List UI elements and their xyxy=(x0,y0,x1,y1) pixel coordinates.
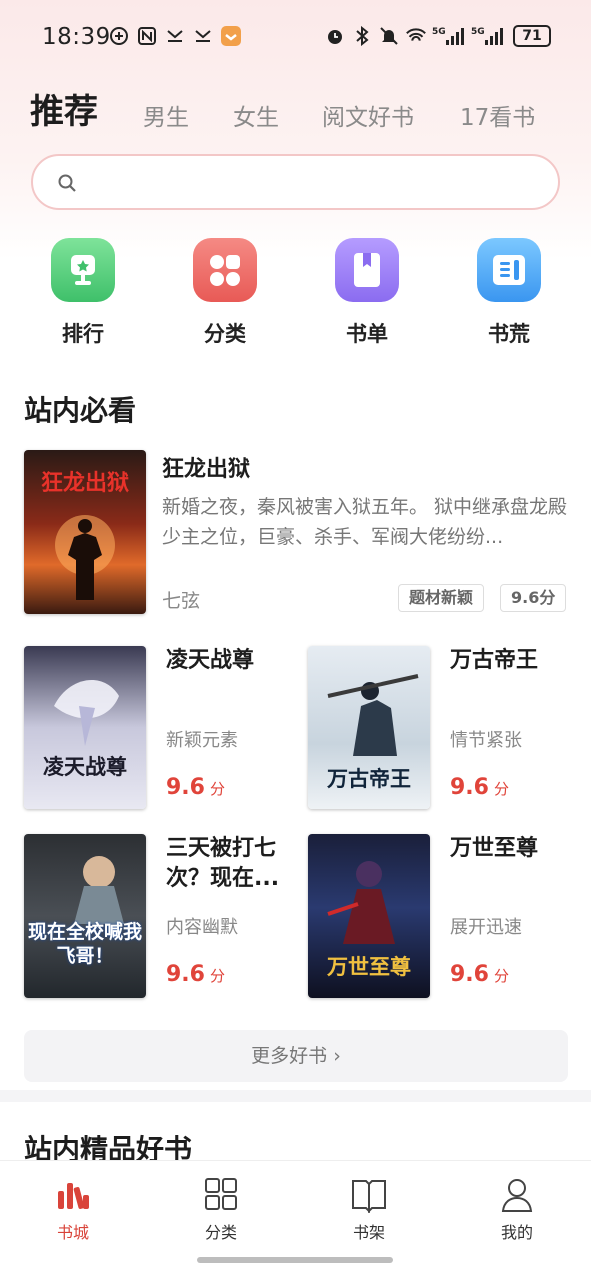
quick-entry-label: 排行 xyxy=(62,322,104,346)
quick-entry-label: 分类 xyxy=(204,322,246,346)
quick-entry-label: 书荒 xyxy=(488,322,530,346)
section-divider xyxy=(0,1090,591,1102)
more-books-button[interactable]: 更多好书 › xyxy=(24,1030,568,1082)
score-value: 9.6 xyxy=(166,775,205,800)
book-title[interactable]: 万古帝王 xyxy=(450,646,574,676)
nfc-icon xyxy=(136,25,158,47)
signal-icon: 5G xyxy=(432,25,466,47)
top-tabs: 推荐 男生 女生 阅文好书 17看书 xyxy=(30,84,570,140)
section-title: 站内必看 xyxy=(24,394,137,427)
svg-text:5G: 5G xyxy=(432,27,446,37)
nav-label: 书城 xyxy=(56,1223,89,1242)
grid-icon xyxy=(193,238,257,302)
book-description: 新婚之夜，秦风被害入狱五年。 狱中继承盘龙殿少主之位，巨豪、杀手、军阀大佬纷纷.… xyxy=(162,496,568,548)
quick-entry-booklist[interactable]: 书单 xyxy=(322,238,412,348)
shield-app-icon xyxy=(220,25,242,47)
nav-label: 我的 xyxy=(500,1223,533,1242)
book-description: 新颖元素 xyxy=(166,730,238,751)
score-unit: 分 xyxy=(493,780,509,798)
signal-icon: 5G xyxy=(471,25,505,47)
book-score: 9.6 分 xyxy=(166,775,225,800)
tab-17kan[interactable]: 17看书 xyxy=(460,98,535,132)
book-description: 展开迅速 xyxy=(450,917,522,938)
bluetooth-icon xyxy=(351,25,373,47)
status-bar: 18:39 5G 5G 71 xyxy=(0,0,591,76)
status-time: 18:39 xyxy=(42,24,111,50)
app-notification-icon xyxy=(164,25,186,47)
cover-title: 万世至尊 xyxy=(326,954,411,979)
book-description: 内容幽默 xyxy=(166,917,238,938)
score-unit: 分 xyxy=(209,967,225,985)
tab-male[interactable]: 男生 xyxy=(143,98,189,132)
trophy-icon xyxy=(51,238,115,302)
quick-entry-bookdrought[interactable]: 书荒 xyxy=(464,238,554,348)
status-right-icons: 5G 5G 71 xyxy=(324,25,551,47)
book-score: 9.6 分 xyxy=(166,962,225,987)
wifi-icon xyxy=(405,25,427,47)
quick-entry-label: 书单 xyxy=(346,322,388,346)
bookstore-icon xyxy=(53,1183,93,1217)
home-indicator[interactable] xyxy=(197,1257,393,1263)
book-cover[interactable]: 万古帝王 xyxy=(308,646,430,809)
book-tag: 题材新颖 xyxy=(398,584,485,612)
cover-title: 凌天战尊 xyxy=(43,754,127,779)
cover-title: 万古帝王 xyxy=(326,766,411,791)
score-value: 9.6 xyxy=(166,962,205,987)
nav-category[interactable]: 分类 xyxy=(181,1177,261,1243)
nav-bookshelf[interactable]: 书架 xyxy=(329,1177,409,1243)
nav-profile[interactable]: 我的 xyxy=(477,1177,557,1243)
book-description: 情节紧张 xyxy=(450,730,522,751)
profile-icon xyxy=(497,1179,537,1217)
score-unit: 分 xyxy=(209,780,225,798)
book-score: 9.6 分 xyxy=(450,962,509,987)
book-title[interactable]: 万世至尊 xyxy=(450,834,574,864)
score-unit: 分 xyxy=(493,967,509,985)
mute-icon xyxy=(378,25,400,47)
cover-title: 狂龙出狱 xyxy=(41,471,129,496)
quick-entry-ranking[interactable]: 排行 xyxy=(38,238,128,348)
score-value: 9.6 xyxy=(450,962,489,987)
notification-icon xyxy=(108,25,130,47)
bookstore-page: 18:39 5G 5G 71 推荐 男生 女生 阅文好书 17看书 排行 分类 … xyxy=(0,0,591,1279)
search-input[interactable] xyxy=(31,154,560,210)
score-value: 9.6 xyxy=(450,775,489,800)
book-cover[interactable]: 凌天战尊 xyxy=(24,646,146,809)
category-icon xyxy=(201,1178,241,1217)
book-cover[interactable]: 狂龙出狱 xyxy=(24,450,146,614)
quick-entry-category[interactable]: 分类 xyxy=(180,238,270,348)
book-cover[interactable]: 万世至尊 xyxy=(308,834,430,998)
alarm-icon xyxy=(324,25,346,47)
book-title[interactable]: 狂龙出狱 xyxy=(162,451,250,483)
app-notification-icon xyxy=(192,25,214,47)
book-icon xyxy=(477,238,541,302)
book-title[interactable]: 三天被打七次？现在... xyxy=(166,834,290,894)
book-author: 七弦 xyxy=(162,590,201,612)
nav-bookstore[interactable]: 书城 xyxy=(33,1177,113,1243)
battery-indicator: 71 xyxy=(513,25,551,47)
status-left-icons xyxy=(108,25,242,47)
search-icon xyxy=(57,173,77,197)
nav-label: 分类 xyxy=(204,1223,237,1242)
tab-yuewen[interactable]: 阅文好书 xyxy=(322,98,414,132)
nav-label: 书架 xyxy=(352,1223,385,1242)
book-cover[interactable]: 现在全校喊我飞哥！ xyxy=(24,834,146,998)
book-score-tag: 9.6分 xyxy=(500,584,567,612)
book-score: 9.6 分 xyxy=(450,775,509,800)
svg-text:5G: 5G xyxy=(471,27,485,37)
bookshelf-icon xyxy=(349,1180,389,1217)
book-title[interactable]: 凌天战尊 xyxy=(166,646,290,676)
cover-title: 现在全校喊我飞哥！ xyxy=(28,921,142,967)
tab-recommend[interactable]: 推荐 xyxy=(30,84,98,133)
booklist-icon xyxy=(335,238,399,302)
tab-female[interactable]: 女生 xyxy=(233,98,279,132)
